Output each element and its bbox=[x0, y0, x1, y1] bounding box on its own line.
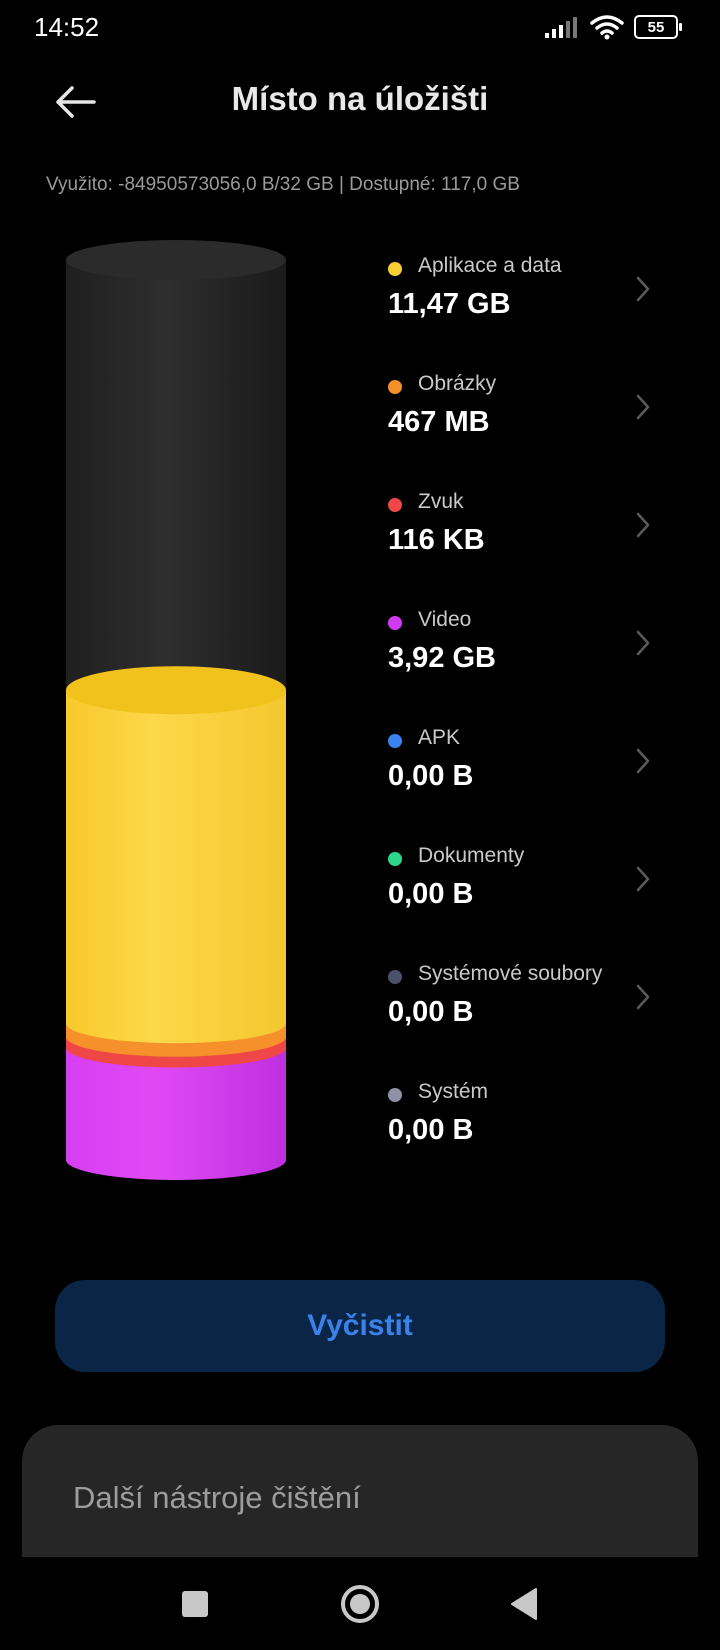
chevron-right-icon bbox=[636, 394, 650, 420]
category-size: 467 MB bbox=[388, 406, 490, 438]
category-label: Systém bbox=[418, 1080, 489, 1103]
category-size: 116 KB bbox=[388, 524, 485, 556]
nav-back-button[interactable] bbox=[500, 1579, 550, 1629]
home-button[interactable] bbox=[335, 1579, 385, 1629]
category-color-dot bbox=[388, 262, 402, 276]
chevron-right-icon bbox=[636, 748, 650, 774]
category-size: 0,00 B bbox=[388, 878, 474, 910]
category-color-dot bbox=[388, 380, 402, 394]
signal-icon bbox=[545, 17, 577, 38]
category-item[interactable]: Zvuk 116 KB bbox=[388, 474, 668, 578]
category-color-dot bbox=[388, 852, 402, 866]
status-icons: 55 bbox=[544, 14, 682, 40]
chevron-right-icon bbox=[636, 276, 650, 302]
cylinder-top bbox=[66, 240, 286, 280]
triangle-back-icon bbox=[511, 1588, 537, 1620]
category-color-dot bbox=[388, 616, 402, 630]
battery-icon: 55 bbox=[634, 15, 682, 39]
more-tools-card[interactable]: Další nástroje čištění bbox=[22, 1425, 698, 1557]
navigation-bar bbox=[0, 1557, 720, 1650]
category-label: Dokumenty bbox=[418, 844, 525, 867]
category-size: 11,47 GB bbox=[388, 288, 511, 320]
category-size: 0,00 B bbox=[388, 1114, 474, 1146]
category-item[interactable]: Systémové soubory 0,00 B bbox=[388, 946, 668, 1050]
circle-icon bbox=[341, 1585, 379, 1623]
category-item[interactable]: Video 3,92 GB bbox=[388, 592, 668, 696]
status-time: 14:52 bbox=[34, 12, 100, 42]
storage-summary: Využito: -84950573056,0 B/32 GB | Dostup… bbox=[46, 174, 520, 195]
category-color-dot bbox=[388, 498, 402, 512]
category-label: Zvuk bbox=[418, 490, 464, 513]
category-color-dot bbox=[388, 734, 402, 748]
chevron-right-icon bbox=[636, 984, 650, 1010]
category-size: 3,92 GB bbox=[388, 642, 496, 674]
category-label: Aplikace a data bbox=[418, 254, 562, 277]
recents-button[interactable] bbox=[170, 1579, 220, 1629]
battery-level: 55 bbox=[647, 18, 665, 36]
category-label: APK bbox=[418, 726, 461, 749]
category-item[interactable]: Dokumenty 0,00 B bbox=[388, 828, 668, 932]
category-color-dot bbox=[388, 970, 402, 984]
wifi-icon bbox=[590, 15, 624, 40]
category-item[interactable]: Obrázky 467 MB bbox=[388, 356, 668, 460]
cylinder-segment bbox=[66, 690, 286, 1044]
cylinder-fill-top bbox=[66, 666, 286, 715]
square-icon bbox=[182, 1591, 208, 1617]
category-label: Obrázky bbox=[418, 372, 497, 395]
category-label: Video bbox=[418, 608, 472, 631]
clean-button[interactable]: Vyčistit bbox=[55, 1280, 665, 1372]
more-tools-title: Další nástroje čištění bbox=[73, 1480, 361, 1515]
chevron-right-icon bbox=[636, 866, 650, 892]
category-label: Systémové soubory bbox=[418, 962, 603, 985]
chevron-right-icon bbox=[636, 630, 650, 656]
storage-cylinder-chart bbox=[66, 240, 286, 1180]
category-item: Systém 0,00 B bbox=[388, 1064, 668, 1168]
category-size: 0,00 B bbox=[388, 760, 474, 792]
category-item[interactable]: Aplikace a data 11,47 GB bbox=[388, 238, 668, 342]
category-size: 0,00 B bbox=[388, 996, 474, 1028]
category-item[interactable]: APK 0,00 B bbox=[388, 710, 668, 814]
page-title: Místo na úložišti bbox=[231, 80, 489, 117]
category-color-dot bbox=[388, 1088, 402, 1102]
chevron-right-icon bbox=[636, 512, 650, 538]
